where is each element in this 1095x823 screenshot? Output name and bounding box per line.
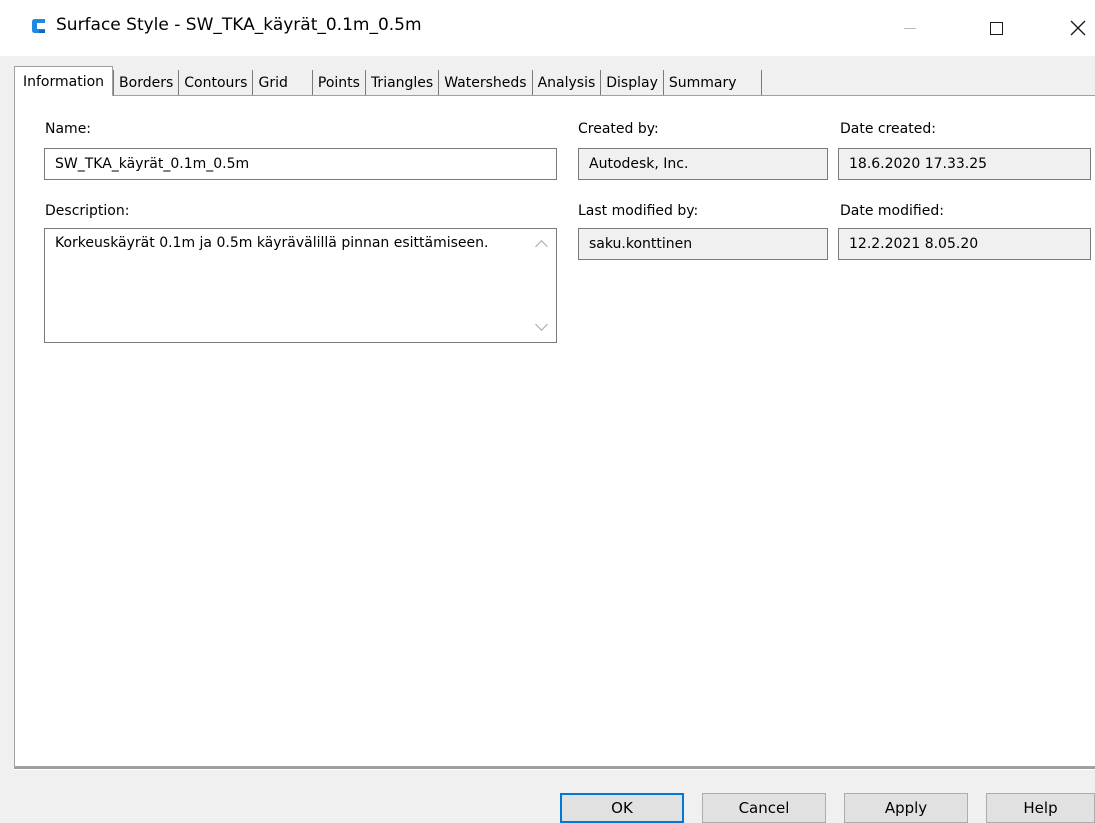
created-by-label: Created by: xyxy=(578,121,659,137)
description-label: Description: xyxy=(45,203,130,219)
help-button[interactable]: Help xyxy=(986,793,1095,823)
tab-display[interactable]: Display xyxy=(601,70,664,96)
close-button[interactable] xyxy=(1052,0,1095,56)
description-text: Korkeuskäyrät 0.1m ja 0.5m käyrävälillä … xyxy=(55,235,489,251)
tab-contours[interactable]: Contours xyxy=(179,70,254,96)
last-modified-by-field: saku.konttinen xyxy=(578,228,828,260)
maximize-icon xyxy=(989,21,1003,35)
footer-separator xyxy=(14,766,1095,770)
tab-watersheds[interactable]: Watersheds xyxy=(439,70,533,96)
created-by-field: Autodesk, Inc. xyxy=(578,148,828,180)
tab-borders[interactable]: Borders xyxy=(113,70,180,96)
date-created-field: 18.6.2020 17.33.25 xyxy=(838,148,1091,180)
name-label: Name: xyxy=(45,121,92,137)
tab-points[interactable]: Points xyxy=(312,70,366,96)
ok-button[interactable]: OK xyxy=(560,793,684,823)
tab-analysis[interactable]: Analysis xyxy=(532,70,602,96)
window-title: Surface Style - SW_TKA_käyrät_0.1m_0.5m xyxy=(56,15,422,35)
civil3d-c-icon xyxy=(32,19,45,33)
title-bar[interactable]: Surface Style - SW_TKA_käyrät_0.1m_0.5m xyxy=(0,0,1095,56)
minimize-icon xyxy=(904,27,916,29)
surface-style-dialog: Surface Style - SW_TKA_käyrät_0.1m_0.5m … xyxy=(0,0,1095,823)
close-icon xyxy=(1070,20,1086,36)
last-modified-by-label: Last modified by: xyxy=(578,203,699,219)
tab-information[interactable]: Information xyxy=(14,66,114,96)
scroll-down-icon[interactable] xyxy=(535,318,548,331)
tab-strip: Information Borders Contours Grid Points… xyxy=(14,66,762,96)
cancel-button[interactable]: Cancel xyxy=(702,793,826,823)
description-textarea[interactable]: Korkeuskäyrät 0.1m ja 0.5m käyrävälillä … xyxy=(44,228,557,343)
maximize-button[interactable] xyxy=(970,0,1022,56)
scroll-up-icon[interactable] xyxy=(535,240,548,253)
tab-grid[interactable]: Grid xyxy=(253,70,313,96)
date-created-label: Date created: xyxy=(840,121,936,137)
date-modified-label: Date modified: xyxy=(840,203,944,219)
description-scrollbar[interactable] xyxy=(529,230,555,341)
minimize-button[interactable] xyxy=(884,0,936,56)
apply-button[interactable]: Apply xyxy=(844,793,968,823)
name-input[interactable]: SW_TKA_käyrät_0.1m_0.5m xyxy=(44,148,557,180)
tab-summary[interactable]: Summary xyxy=(663,70,762,96)
information-panel: Name: SW_TKA_käyrät_0.1m_0.5m Descriptio… xyxy=(14,95,1095,769)
tab-triangles[interactable]: Triangles xyxy=(365,70,440,96)
date-modified-field: 12.2.2021 8.05.20 xyxy=(838,228,1091,260)
